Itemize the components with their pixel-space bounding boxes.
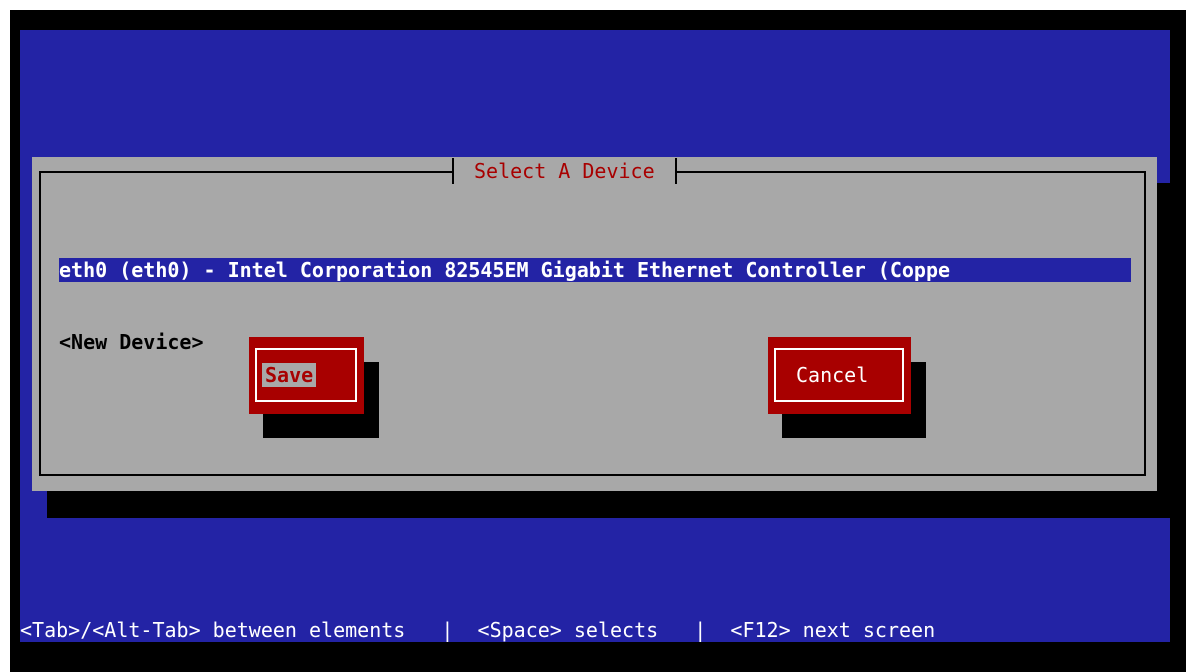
dialog-title-bar: Select A Device xyxy=(452,157,677,185)
screen: Select A Device eth0 (eth0) - Intel Corp… xyxy=(0,0,1186,672)
device-list[interactable]: eth0 (eth0) - Intel Corporation 82545EM … xyxy=(59,210,1131,402)
device-item-new-device[interactable]: <New Device> xyxy=(59,330,1131,354)
device-item-eth0[interactable]: eth0 (eth0) - Intel Corporation 82545EM … xyxy=(59,258,1131,282)
select-device-dialog: Select A Device eth0 (eth0) - Intel Corp… xyxy=(32,157,1157,491)
save-button-label: Save xyxy=(262,363,317,387)
status-line: <Tab>/<Alt-Tab> between elements | <Spac… xyxy=(20,618,936,642)
title-right-tick xyxy=(674,158,677,184)
cancel-button[interactable]: Cancel xyxy=(768,337,911,414)
dialog-title: Select A Device xyxy=(474,159,655,183)
dialog-shadow xyxy=(1157,183,1170,518)
save-button[interactable]: Save xyxy=(249,337,364,414)
cancel-button-label: Cancel xyxy=(796,363,869,387)
dialog-shadow xyxy=(47,491,1170,518)
